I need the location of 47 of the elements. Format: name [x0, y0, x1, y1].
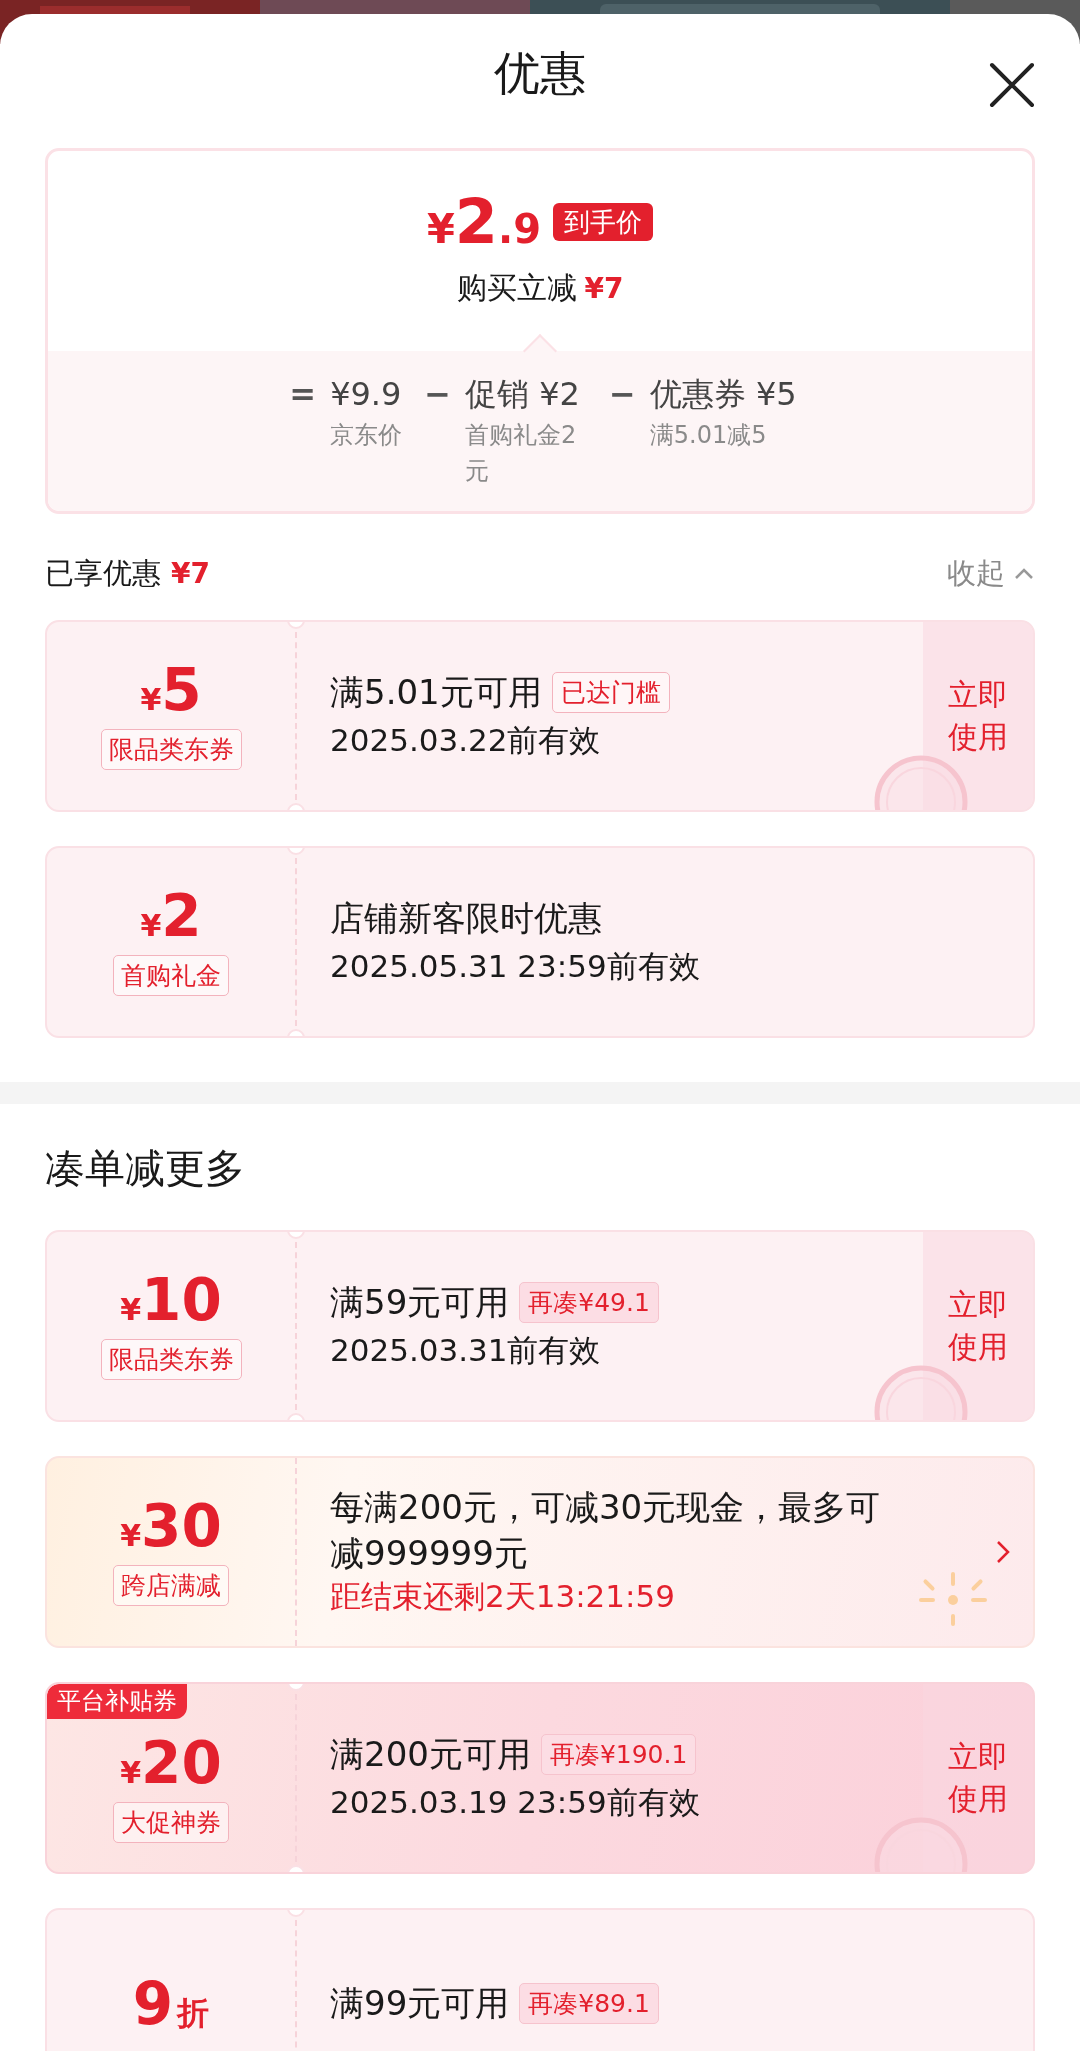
term-note: 京东价 — [330, 420, 403, 452]
term-note: 满5.01减5 — [649, 420, 767, 452]
term-note: 首购礼金2元 — [464, 420, 578, 488]
operator-sign: − — [607, 375, 637, 414]
operator-sign: − — [423, 375, 452, 414]
section-label: 已享优惠 — [45, 555, 161, 592]
price-term: 优惠券 ¥5 — [649, 375, 797, 414]
coupon-title: 满59元可用 — [330, 1280, 510, 1324]
coupon-tag: 限品类东券 — [100, 728, 242, 771]
expiry-date: 2025.03.19 23:59前有效 — [330, 1782, 700, 1822]
use-now-button[interactable]: 立即使用 — [923, 1231, 1033, 1420]
expiry-date: 2025.03.31前有效 — [330, 1330, 601, 1370]
saving-text: 购买立减 ¥7 — [456, 269, 624, 307]
operator-sign: = — [288, 375, 318, 414]
coupon-amount: ¥2 — [140, 886, 202, 945]
coupon-tag: 限品类东券 — [100, 1338, 242, 1381]
discount-total: ¥7 — [171, 556, 210, 592]
final-price: ¥2.9 — [427, 191, 541, 253]
threshold-chip: 再凑¥89.1 — [519, 1982, 659, 2025]
coupon-title: 满5.01元可用 — [330, 670, 542, 714]
threshold-chip: 已达门槛 — [551, 671, 670, 714]
corner-label: 平台补贴券 — [47, 1683, 187, 1719]
collapse-toggle[interactable]: 收起 — [947, 552, 1035, 596]
price-term: ¥9.9 — [330, 375, 402, 414]
coupon-amount: ¥30 — [120, 1496, 222, 1555]
close-button[interactable] — [989, 62, 1035, 108]
threshold-chip: 再凑¥49.1 — [519, 1281, 659, 1324]
coupon-amount: ¥20 — [120, 1733, 222, 1792]
coupon-tag: 跨店满减 — [113, 1564, 229, 1607]
coupon-tag: 大促神券 — [113, 1801, 229, 1844]
section-title: 凑单减更多 — [44, 1143, 246, 1193]
threshold-chip: 再凑¥190.1 — [540, 1733, 697, 1776]
expiry-date: 2025.03.22前有效 — [330, 720, 601, 760]
coupon-amount: ¥5 — [140, 660, 202, 719]
coupon-title: 每满200元，可减30元现金，最多可减999999元 — [330, 1485, 882, 1575]
coupon-amount: 9折 — [132, 1974, 210, 2033]
expiry-date: 2025.05.31 23:59前有效 — [330, 946, 700, 986]
price-badge: 到手价 — [553, 202, 653, 242]
coupon-title: 店铺新客限时优惠 — [330, 896, 602, 940]
coupon-tag: 首购礼金 — [113, 954, 229, 997]
sheet-title: 优惠 — [494, 44, 586, 102]
coupon-title: 满200元可用 — [330, 1732, 531, 1776]
coupon-title: 满99元可用 — [330, 1981, 510, 2025]
coupon-amount: ¥10 — [120, 1270, 222, 1329]
use-now-button[interactable]: 立即使用 — [923, 621, 1033, 810]
price-term: 促销 ¥2 — [464, 375, 580, 414]
countdown-text: 距结束还剩2天13:21:59 — [330, 1577, 675, 1617]
